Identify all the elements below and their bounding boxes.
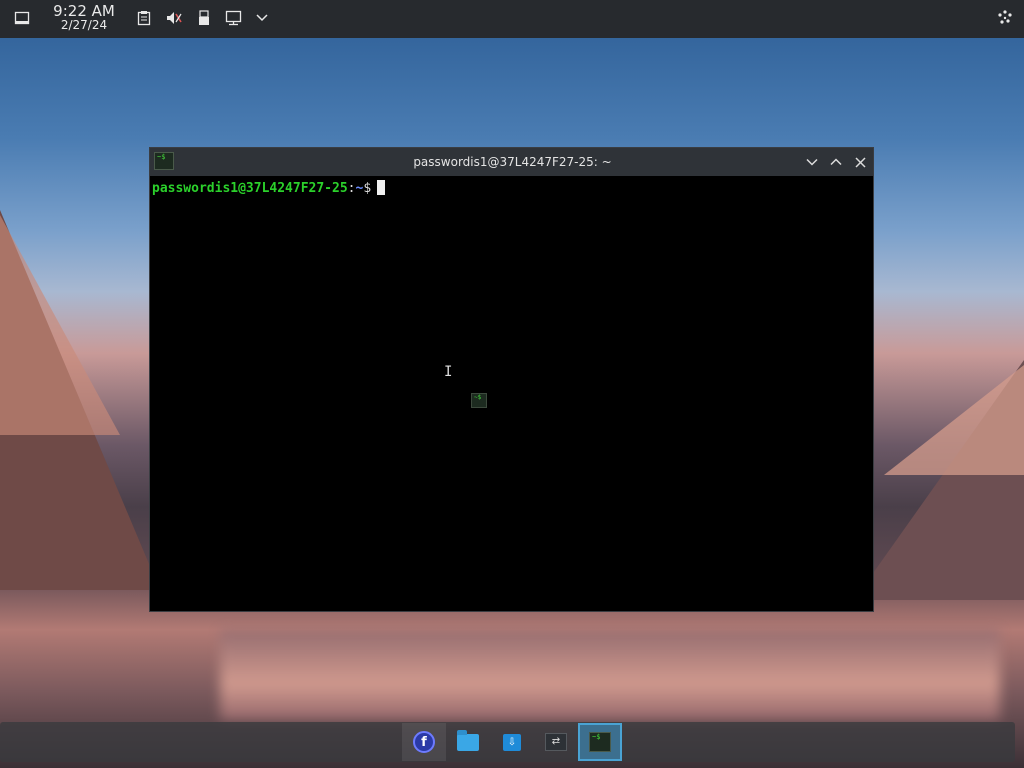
konsole-icon: ~$ xyxy=(589,732,611,752)
maximize-button[interactable] xyxy=(827,153,845,171)
terminal-window[interactable]: ~$ passwordis1@37L4247F27-25: ~ password… xyxy=(149,147,874,612)
clock[interactable]: 9:22 AM 2/27/24 xyxy=(46,2,122,33)
clock-date: 2/27/24 xyxy=(60,18,108,32)
task-file-manager[interactable] xyxy=(446,723,490,761)
store-icon: ⇩ xyxy=(503,733,521,751)
terminal-output[interactable]: passwordis1@37L4247F27-25: ~$ xyxy=(152,180,870,608)
prompt-separator: : xyxy=(347,181,356,196)
task-fedora-launcher[interactable]: f xyxy=(402,723,446,761)
window-title: passwordis1@37L4247F27-25: ~ xyxy=(413,155,612,169)
expand-tray-icon[interactable] xyxy=(250,6,274,30)
clock-time: 9:22 AM xyxy=(53,2,115,20)
fedora-icon: f xyxy=(413,731,435,753)
window-titlebar[interactable]: ~$ passwordis1@37L4247F27-25: ~ xyxy=(150,148,873,176)
konsole-app-icon[interactable]: ~$ xyxy=(154,152,174,170)
task-system-settings[interactable]: ⇄ xyxy=(534,723,578,761)
wallpaper-mountain-right-snow xyxy=(884,365,1024,475)
clipboard-icon[interactable] xyxy=(132,6,156,30)
prompt-symbol: $ xyxy=(363,181,372,196)
folder-icon xyxy=(457,729,479,751)
wallpaper-lake-reflection xyxy=(220,630,1000,720)
minimize-button[interactable] xyxy=(803,153,821,171)
taskbar: f ⇩ ⇄ ~$ xyxy=(402,723,622,761)
activities-icon[interactable] xyxy=(993,6,1017,30)
task-konsole[interactable]: ~$ xyxy=(578,723,622,761)
task-software-center[interactable]: ⇩ xyxy=(490,723,534,761)
prompt-user-host: passwordis1@37L4247F27-25 xyxy=(152,181,348,196)
usb-device-icon[interactable] xyxy=(192,6,216,30)
top-panel: 9:22 AM 2/27/24 xyxy=(0,0,1024,38)
network-icon[interactable] xyxy=(222,6,246,30)
text-cursor xyxy=(377,180,386,195)
mouse-ibeam-icon: I xyxy=(444,364,453,380)
konsole-drag-icon: ~$ xyxy=(471,393,487,408)
settings-icon: ⇄ xyxy=(545,733,567,751)
close-button[interactable] xyxy=(851,153,869,171)
show-desktop-icon[interactable] xyxy=(10,6,34,30)
wallpaper-mountain-left-snow xyxy=(0,215,120,435)
volume-muted-icon[interactable] xyxy=(162,6,186,30)
